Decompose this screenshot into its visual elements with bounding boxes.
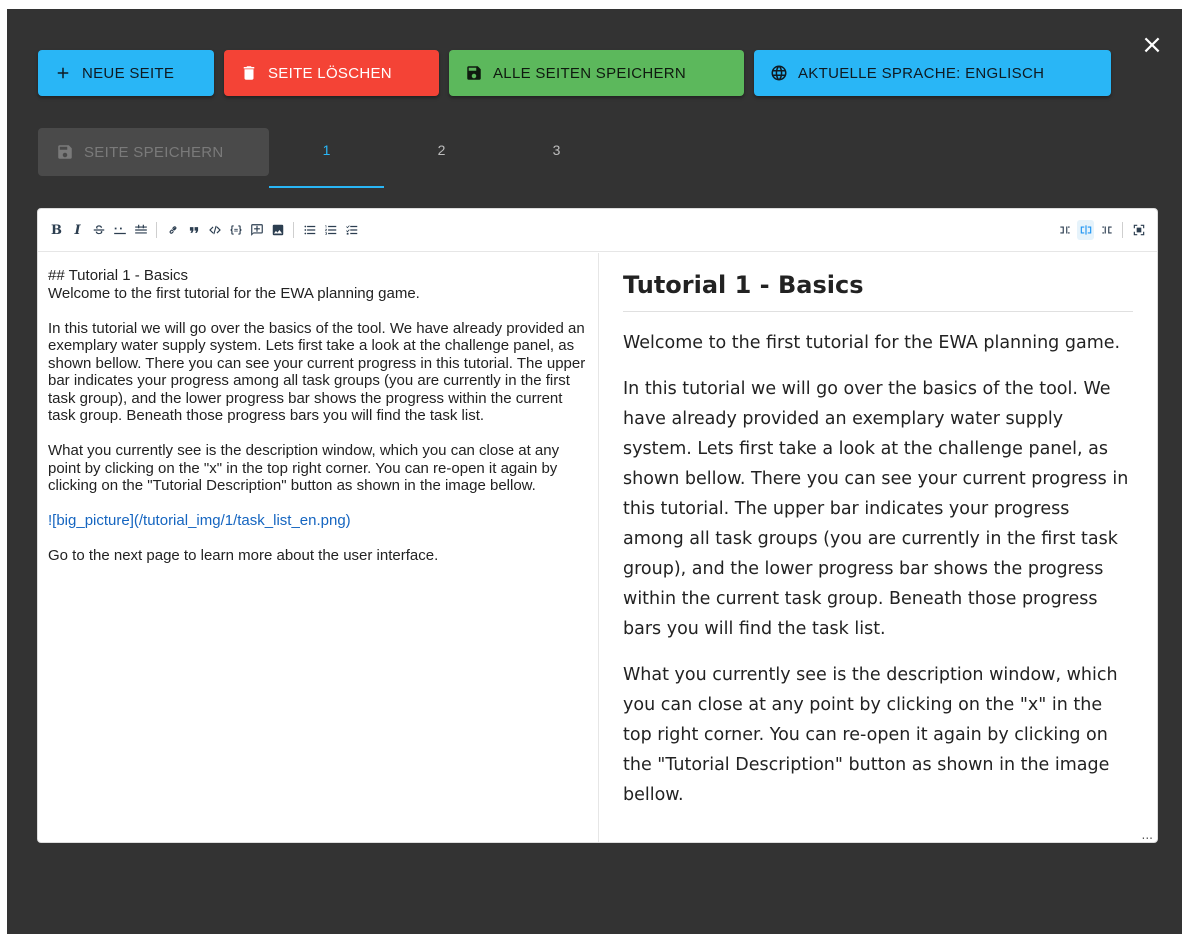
- delete-page-button[interactable]: SEITE LÖSCHEN: [224, 50, 439, 96]
- quote-icon[interactable]: [185, 220, 202, 240]
- source-welcome-line: Welcome to the first tutorial for the EW…: [48, 284, 420, 302]
- editor-toolbar: B I: [38, 209, 1157, 252]
- tab-label: 1: [322, 142, 331, 158]
- markdown-editor: B I ## Tutorial 1 - Basics Welcome to th…: [37, 208, 1158, 843]
- tutorial-editor-dialog: × NEUE SEITE SEITE LÖSCHEN ALLE SEITEN S…: [7, 9, 1182, 934]
- split-view-icon[interactable]: [1077, 220, 1094, 240]
- bold-icon[interactable]: B: [48, 220, 65, 240]
- comment-icon[interactable]: [248, 220, 265, 240]
- save-all-pages-label: ALLE SEITEN SPEICHERN: [493, 64, 687, 82]
- more-indicator: ...: [1141, 828, 1153, 842]
- current-language-label: AKTUELLE SPRACHE: ENGLISCH: [798, 64, 1045, 82]
- globe-icon: [771, 65, 787, 81]
- markdown-preview-pane: Tutorial 1 - Basics Welcome to the first…: [599, 253, 1157, 842]
- close-icon[interactable]: ×: [1140, 32, 1164, 58]
- fullscreen-icon[interactable]: [1130, 220, 1147, 240]
- image-icon[interactable]: [269, 220, 286, 240]
- preview-title: Tutorial 1 - Basics: [623, 271, 1133, 312]
- plus-icon: [57, 67, 69, 79]
- floppy-disk-icon: [467, 66, 481, 80]
- preview-paragraph: Welcome to the first tutorial for the EW…: [623, 333, 1121, 353]
- edit-only-icon[interactable]: [1056, 220, 1073, 240]
- toolbar-divider: [293, 222, 294, 238]
- horizontal-rule-icon[interactable]: [111, 220, 128, 240]
- source-heading-line: ## Tutorial 1 - Basics: [48, 267, 189, 284]
- task-list-icon[interactable]: [343, 220, 360, 240]
- save-all-pages-button[interactable]: ALLE SEITEN SPEICHERN: [449, 50, 744, 96]
- tab-page-3[interactable]: 3: [499, 128, 614, 188]
- code-icon[interactable]: [206, 220, 223, 240]
- source-paragraph: What you currently see is the descriptio…: [48, 442, 560, 494]
- toolbar-divider: [1122, 222, 1123, 238]
- tab-label: 3: [552, 142, 561, 158]
- strikethrough-icon[interactable]: [90, 220, 107, 240]
- save-page-label: SEITE SPEICHERN: [84, 143, 224, 161]
- new-page-button[interactable]: NEUE SEITE: [38, 50, 214, 96]
- table-icon[interactable]: [132, 220, 149, 240]
- preview-only-icon[interactable]: [1098, 220, 1115, 240]
- bulleted-list-icon[interactable]: [301, 220, 318, 240]
- source-image-link: ![big_picture](/tutorial_img/1/task_list…: [48, 512, 351, 529]
- numbered-list-icon[interactable]: [322, 220, 339, 240]
- delete-page-label: SEITE LÖSCHEN: [268, 64, 392, 82]
- italic-icon[interactable]: I: [69, 220, 86, 240]
- markdown-source-pane[interactable]: ## Tutorial 1 - Basics Welcome to the fi…: [38, 253, 599, 842]
- view-mode-controls: [1056, 220, 1147, 240]
- source-paragraph: Go to the next page to learn more about …: [48, 547, 439, 564]
- editor-panes: ## Tutorial 1 - Basics Welcome to the fi…: [38, 253, 1157, 842]
- link-icon[interactable]: [164, 220, 181, 240]
- floppy-disk-icon: [58, 145, 72, 159]
- code-block-icon[interactable]: [227, 220, 244, 240]
- tab-label: 2: [437, 142, 446, 158]
- source-paragraph: In this tutorial we will go over the bas…: [48, 319, 586, 425]
- page-tabbar: SEITE SPEICHERN 1 2 3: [38, 128, 614, 188]
- preview-paragraph: What you currently see is the descriptio…: [623, 665, 1118, 805]
- preview-paragraph: In this tutorial we will go over the bas…: [623, 379, 1129, 639]
- new-page-label: NEUE SEITE: [82, 64, 175, 82]
- tab-page-2[interactable]: 2: [384, 128, 499, 188]
- top-action-bar: NEUE SEITE SEITE LÖSCHEN ALLE SEITEN SPE…: [38, 50, 1111, 96]
- tab-page-1[interactable]: 1: [269, 128, 384, 188]
- toolbar-divider: [156, 222, 157, 238]
- trash-icon: [243, 66, 255, 80]
- save-page-button: SEITE SPEICHERN: [38, 128, 269, 176]
- current-language-button[interactable]: AKTUELLE SPRACHE: ENGLISCH: [754, 50, 1111, 96]
